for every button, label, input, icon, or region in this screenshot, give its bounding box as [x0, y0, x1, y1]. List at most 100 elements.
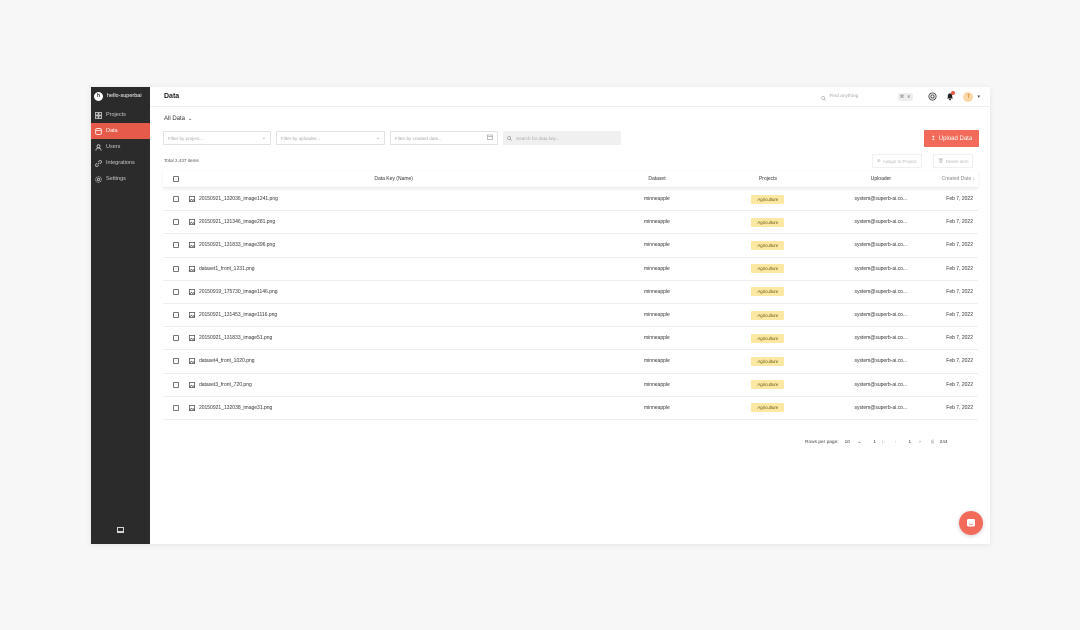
image-icon — [188, 312, 195, 318]
uploader-cell: system@superb-ai.co... — [854, 404, 908, 411]
table-row[interactable]: 20150921_131833_image51.png minneapple Agr… — [163, 327, 978, 351]
table-row[interactable]: 20150921_131833_image396.png minneapple Ag… — [163, 234, 978, 258]
table-row[interactable]: dataset3_front_720.png minneapple Agricult… — [163, 374, 978, 397]
page-input[interactable]: 1 — [908, 440, 911, 445]
calendar-icon — [487, 134, 493, 142]
row-checkbox[interactable] — [172, 196, 179, 203]
row-checkbox[interactable] — [172, 219, 179, 226]
row-checkbox[interactable] — [172, 381, 179, 388]
sidebar-item-data[interactable]: Data — [91, 123, 150, 139]
dataset-cell: minneapple — [643, 219, 670, 226]
data-view-selector[interactable]: All Data ⌄ — [164, 116, 192, 122]
row-checkbox[interactable] — [172, 404, 179, 411]
data-key-cell[interactable]: 20150919_175730_image1146.png — [188, 289, 598, 295]
collapse-sidebar-button[interactable] — [91, 520, 150, 538]
app-window: h hello-superbai Projects Data Users Int… — [91, 87, 990, 544]
table-row[interactable]: 20150921_131346_image281.png minneapple Ag… — [163, 211, 978, 235]
current-page: 1 — [873, 440, 876, 445]
sidebar-nav: Projects Data Users Integrations Setting… — [91, 107, 150, 187]
data-key-search-placeholder: Search for data key... — [516, 135, 560, 141]
row-select-cell — [163, 358, 189, 365]
header-data-key[interactable]: Data Key (Name) — [189, 176, 598, 182]
row-checkbox[interactable] — [172, 312, 179, 319]
data-key-cell[interactable]: 20150921_131833_image51.png — [188, 335, 598, 342]
global-search[interactable]: Find anything ⌘ K — [821, 90, 914, 103]
row-checkbox[interactable] — [172, 335, 179, 342]
project-tag[interactable]: Agriculture — [751, 380, 785, 390]
row-checkbox[interactable] — [172, 288, 179, 295]
sidebar-item-settings[interactable]: Settings — [91, 171, 150, 187]
project-tag[interactable]: Agriculture — [751, 240, 785, 250]
project-tag[interactable]: Agriculture — [751, 333, 785, 343]
select-all-checkbox[interactable] — [172, 176, 179, 182]
workspace-switcher[interactable]: h hello-superbai — [91, 87, 150, 105]
created-date-cell: Feb 7, 2022 — [946, 358, 973, 365]
project-tag[interactable]: Agriculture — [751, 403, 785, 413]
uploader-cell: system@superb-ai.co... — [854, 335, 908, 342]
projects-icon — [95, 111, 102, 119]
uploader-filter[interactable]: Filter by uploader... ⌄ — [276, 131, 385, 145]
data-key-cell[interactable]: 20150921_131453_image1116.png — [188, 312, 598, 318]
table-row[interactable]: 20150921_132038_image31.png minneapple Agr… — [163, 397, 978, 420]
table-row[interactable]: 20150921_131453_image1116.png minneapple A… — [163, 304, 978, 328]
data-key-cell[interactable]: dataset1_front_1231.png — [188, 266, 598, 272]
image-icon — [188, 404, 195, 411]
delete-item-button[interactable]: 🗑 Delete item — [933, 154, 974, 168]
data-key-cell[interactable]: 20150921_131346_image281.png — [188, 219, 598, 225]
image-icon — [188, 335, 195, 342]
projects-cell: Agriculture — [715, 333, 820, 343]
assign-to-project-button[interactable]: ⊕ Assign to Project — [872, 154, 922, 168]
data-key-cell[interactable]: 20150921_132036_image1241.png — [188, 196, 598, 202]
table-header: Data Key (Name) Dataset Projects Uploade… — [163, 171, 978, 188]
user-avatar[interactable]: T — [963, 91, 974, 102]
total-pages: 244 — [939, 440, 948, 445]
project-tag[interactable]: Agriculture — [751, 264, 785, 274]
project-tag[interactable]: Agriculture — [751, 217, 785, 227]
date-filter[interactable]: Filter by created date... — [390, 131, 498, 145]
data-key-cell[interactable]: dataset4_front_1020.png — [188, 358, 598, 364]
data-key-cell[interactable]: 20150921_131833_image396.png — [188, 242, 598, 248]
last-page-icon[interactable]: ›| — [931, 440, 934, 445]
header-created-date[interactable]: Created Date ↓ — [941, 176, 978, 182]
row-select-cell — [163, 265, 189, 272]
data-key-name: 20150921_131833_image51.png — [198, 335, 273, 342]
help-button[interactable] — [927, 92, 937, 102]
global-search-placeholder: Find anything — [829, 94, 859, 99]
upload-data-button[interactable]: ↥ Upload Data — [924, 130, 979, 147]
row-select-cell — [163, 219, 189, 226]
project-tag[interactable]: Agriculture — [751, 194, 785, 204]
sidebar-item-users[interactable]: Users — [91, 139, 150, 155]
search-icon — [507, 135, 512, 141]
row-checkbox[interactable] — [172, 358, 179, 365]
chevron-down-icon[interactable]: ▾ — [977, 94, 980, 100]
rows-per-page-select[interactable]: 10 ⌄ — [845, 440, 862, 445]
project-tag[interactable]: Agriculture — [751, 310, 785, 320]
table-row[interactable]: 20150919_175730_image1146.png minneapple A… — [163, 281, 978, 304]
filter-bar: Filter by project... ⌄ Filter by uploade… — [163, 131, 621, 145]
sidebar-item-projects[interactable]: Projects — [91, 107, 150, 123]
prev-page-icon[interactable]: ‹ — [895, 440, 897, 445]
sidebar-item-integrations[interactable]: Integrations — [91, 155, 150, 171]
first-page-icon[interactable]: |‹ — [882, 440, 885, 445]
notification-badge — [951, 90, 956, 95]
data-key-cell[interactable]: dataset3_front_720.png — [188, 381, 598, 388]
table-row[interactable]: dataset1_front_1231.png minneapple Agricul… — [163, 258, 978, 281]
main-content: Data Find anything ⌘ K T ▾ All Data ⌄ Fi… — [150, 87, 990, 544]
data-key-name: dataset3_front_720.png — [198, 381, 252, 388]
row-checkbox[interactable] — [172, 265, 179, 272]
project-filter[interactable]: Filter by project... ⌄ — [163, 131, 271, 145]
header-projects: Projects — [758, 176, 778, 182]
chat-support-button[interactable] — [959, 511, 983, 535]
notifications-button[interactable] — [945, 90, 956, 102]
row-select-cell — [163, 312, 189, 319]
next-page-icon[interactable]: › — [919, 440, 921, 445]
sidebar-item-label: Settings — [106, 176, 126, 182]
table-row[interactable]: dataset4_front_1020.png minneapple Agricul… — [163, 350, 978, 374]
table-row[interactable]: 20150921_132036_image1241.png minneapple A… — [163, 188, 978, 212]
data-key-search[interactable]: Search for data key... — [503, 131, 621, 145]
projects-cell: Agriculture — [715, 194, 820, 204]
project-tag[interactable]: Agriculture — [751, 356, 785, 366]
project-tag[interactable]: Agriculture — [751, 287, 785, 297]
row-checkbox[interactable] — [172, 242, 179, 249]
data-key-cell[interactable]: 20150921_132038_image31.png — [188, 404, 598, 411]
